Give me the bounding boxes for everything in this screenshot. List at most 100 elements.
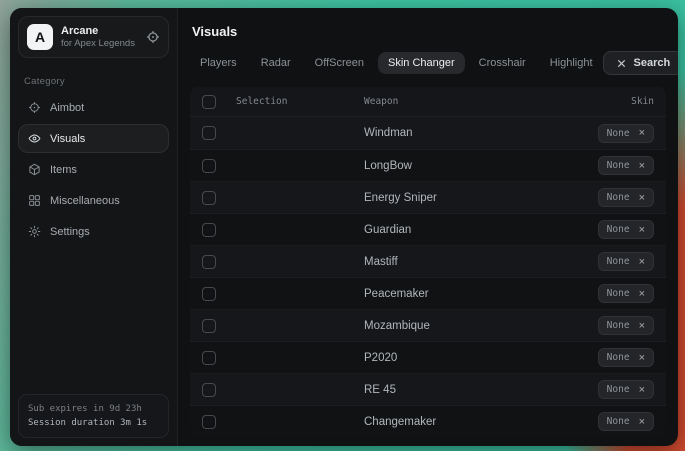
table-header-row: Selection Weapon Skin <box>190 87 666 117</box>
clear-skin-icon[interactable]: × <box>639 128 645 138</box>
skin-cell: None × <box>562 348 654 367</box>
skin-badge[interactable]: None × <box>598 124 654 143</box>
skin-badge[interactable]: None × <box>598 412 654 431</box>
clear-skin-icon[interactable]: × <box>639 193 645 203</box>
clear-skin-icon[interactable]: × <box>639 161 645 171</box>
column-header-weapon: Weapon <box>364 96 562 107</box>
select-all-checkbox[interactable] <box>202 95 216 109</box>
tab-players[interactable]: Players <box>190 52 247 74</box>
skin-cell: None × <box>562 156 654 175</box>
skin-value: None <box>607 416 630 427</box>
skin-badge[interactable]: None × <box>598 220 654 239</box>
row-checkbox[interactable] <box>202 223 216 237</box>
tab-crosshair[interactable]: Crosshair <box>469 52 536 74</box>
tab-radar[interactable]: Radar <box>251 52 301 74</box>
table-row: Energy Sniper None × <box>190 181 666 213</box>
clear-skin-icon[interactable]: × <box>639 289 645 299</box>
weapon-name: Peacemaker <box>364 288 562 300</box>
skin-cell: None × <box>562 188 654 207</box>
app-logo: A <box>27 24 53 50</box>
aimbot-icon <box>28 101 41 114</box>
column-header-selection: Selection <box>236 96 364 107</box>
sidebar-item-label: Miscellaneous <box>50 195 120 207</box>
skin-changer-table: Selection Weapon Skin Windman None × LongBo… <box>190 87 666 436</box>
weapon-name: P2020 <box>364 352 562 364</box>
weapon-name: Guardian <box>364 224 562 236</box>
clear-skin-icon[interactable]: × <box>639 385 645 395</box>
tabs-row: PlayersRadarOffScreenSkin ChangerCrossha… <box>190 51 666 75</box>
skin-badge[interactable]: None × <box>598 348 654 367</box>
row-checkbox[interactable] <box>202 191 216 205</box>
tab-skin-changer[interactable]: Skin Changer <box>378 52 465 74</box>
table-body: WindmanNone×LongBowNone×Energy SniperNon… <box>190 117 666 436</box>
search-button[interactable]: Search <box>603 51 678 75</box>
sidebar-item-items[interactable]: Items <box>18 155 169 184</box>
skin-badge[interactable]: None × <box>598 188 654 207</box>
sidebar-item-miscellaneous[interactable]: Miscellaneous <box>18 186 169 215</box>
miscellaneous-icon <box>28 194 41 207</box>
row-checkbox[interactable] <box>202 383 216 397</box>
skin-cell: None × <box>562 220 654 239</box>
skin-cell: None × <box>562 284 654 303</box>
table-row: Changemaker None × <box>190 405 666 436</box>
skin-cell: None× <box>562 316 654 335</box>
sidebar-item-label: Settings <box>50 226 90 238</box>
weapon-name: RE 45 <box>364 384 562 396</box>
clear-skin-icon[interactable]: × <box>639 321 645 331</box>
app-brand-card: A Arcane for Apex Legends <box>18 16 169 58</box>
page-title: Visuals <box>192 24 664 39</box>
tab-highlight[interactable]: Highlight <box>540 52 603 74</box>
sidebar-item-visuals[interactable]: Visuals <box>18 124 169 153</box>
skin-value: None <box>607 288 630 299</box>
skin-value: None <box>607 192 630 203</box>
app-subtitle: for Apex Legends <box>61 38 138 50</box>
row-checkbox[interactable] <box>202 415 216 429</box>
skin-cell: None × <box>562 412 654 431</box>
row-checkbox[interactable] <box>202 159 216 173</box>
row-checkbox[interactable] <box>202 351 216 365</box>
category-label: Category <box>24 76 163 87</box>
search-icon <box>616 58 627 69</box>
weapon-name: Energy Sniper <box>364 192 562 204</box>
weapon-name: Changemaker <box>364 416 562 428</box>
items-icon <box>28 163 41 176</box>
row-checkbox[interactable] <box>202 255 216 269</box>
sidebar-item-settings[interactable]: Settings <box>18 217 169 246</box>
skin-badge[interactable]: None × <box>598 380 654 399</box>
skin-badge[interactable]: None× <box>598 252 654 271</box>
weapon-name: Windman <box>364 127 562 139</box>
table-row: Peacemaker None × <box>190 277 666 309</box>
target-icon[interactable] <box>146 30 160 44</box>
skin-value: None <box>607 160 630 171</box>
clear-skin-icon[interactable]: × <box>639 225 645 235</box>
row-checkbox[interactable] <box>202 287 216 301</box>
weapon-name: LongBow <box>364 160 562 172</box>
row-checkbox[interactable] <box>202 319 216 333</box>
clear-skin-icon[interactable]: × <box>639 353 645 363</box>
skin-value: None <box>607 128 630 139</box>
tab-bar: PlayersRadarOffScreenSkin ChangerCrossha… <box>190 52 603 74</box>
skin-badge[interactable]: None × <box>598 156 654 175</box>
skin-badge[interactable]: None × <box>598 284 654 303</box>
table-row: Mozambique None× <box>190 309 666 341</box>
weapon-name: Mozambique <box>364 320 562 332</box>
sidebar-item-label: Visuals <box>50 133 85 145</box>
sidebar-item-aimbot[interactable]: Aimbot <box>18 93 169 122</box>
weapon-name: Mastiff <box>364 256 562 268</box>
clear-skin-icon[interactable]: × <box>639 417 645 427</box>
settings-icon <box>28 225 41 238</box>
tab-offscreen[interactable]: OffScreen <box>305 52 374 74</box>
column-header-skin: Skin <box>562 96 654 107</box>
clear-skin-icon[interactable]: × <box>639 257 645 267</box>
skin-badge[interactable]: None× <box>598 316 654 335</box>
row-checkbox[interactable] <box>202 126 216 140</box>
table-row: Windman None × <box>190 117 666 149</box>
skin-value: None <box>607 352 630 363</box>
skin-cell: None × <box>562 124 654 143</box>
skin-value: None <box>607 224 630 235</box>
table-row: P2020 None × <box>190 341 666 373</box>
subscription-info-card: Sub expires in 9d 23h Session duration 3… <box>18 394 169 438</box>
sidebar: A Arcane for Apex Legends Category Aimbo… <box>10 8 178 446</box>
skin-value: None <box>607 384 630 395</box>
table-row: RE 45 None × <box>190 373 666 405</box>
